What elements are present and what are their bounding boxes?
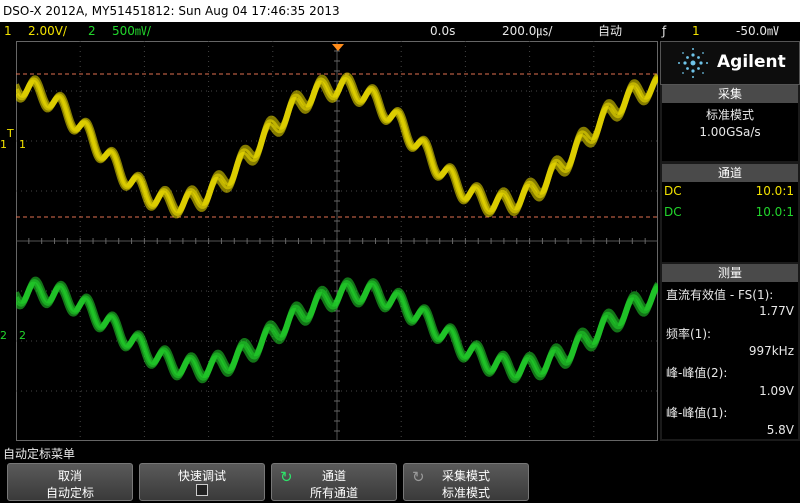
- softkey-label: 采集模式: [441, 469, 490, 483]
- softkey-label: 快速调试: [177, 469, 226, 483]
- ch2-trace-label: 2: [19, 329, 26, 342]
- status-bar: 1 2.00V/ 2 500㎷/ 0.0s 200.0㎲/ 自动 ƒ 1 -50…: [0, 22, 800, 41]
- trigger-edge-icon: ƒ: [662, 24, 667, 38]
- acquire-section: 标准模式 1.00GSa/s: [662, 103, 798, 161]
- measure-section: 直流有效值 - FS(1): 1.77V 频率(1): 997kHz 峰-峰值(…: [662, 282, 798, 439]
- time-delay[interactable]: 0.0s: [430, 22, 455, 41]
- measure-label-freq: 频率(1):: [666, 327, 712, 341]
- channels-header[interactable]: 通道: [662, 164, 798, 182]
- trigger-source[interactable]: 1: [692, 22, 700, 41]
- trigger-mode[interactable]: 自动: [598, 22, 622, 41]
- ch2-probe: 10.0:1: [755, 205, 794, 219]
- brand-name: Agilent: [717, 52, 786, 72]
- sample-rate: 1.00GSa/s: [699, 125, 761, 139]
- trigger-position-marker: [332, 44, 344, 51]
- fast-debug-button[interactable]: 快速调试: [139, 463, 265, 501]
- ch1-number[interactable]: 1: [4, 22, 12, 41]
- acquire-mode: 标准模式: [705, 108, 754, 122]
- title-bar: DSO-X 2012A, MY51451812: Sun Aug 04 17:4…: [0, 0, 800, 22]
- trigger-level-marker: T: [7, 127, 14, 140]
- softkey-label: 取消: [57, 469, 82, 483]
- info-panel: Agilent 采集 标准模式 1.00GSa/s 通道 DC 10.0:1 D…: [660, 41, 800, 441]
- ch1-trace-label: 1: [19, 138, 26, 151]
- measure-value-vrms: 1.77V: [759, 304, 794, 318]
- acquire-mode-button[interactable]: ↻ 采集模式 标准模式: [403, 463, 529, 501]
- ch2-coupling: DC: [664, 205, 682, 219]
- waveform-display[interactable]: [16, 41, 658, 441]
- channels-button[interactable]: ↻ 通道 所有通道: [271, 463, 397, 501]
- channels-section: DC 10.0:1 DC 10.0:1: [662, 182, 798, 262]
- softkey-sublabel: 自动定标: [45, 486, 94, 500]
- measure-label-vpp1: 峰-峰值(1):: [666, 406, 728, 420]
- agilent-spark-icon: [678, 48, 708, 78]
- measure-value-vpp2: 1.09V: [759, 384, 794, 398]
- graticule-grid: [16, 41, 658, 441]
- softkey-sublabel: 标准模式: [441, 486, 490, 500]
- trigger-level[interactable]: -50.0㎷: [736, 22, 779, 41]
- agilent-logo: Agilent: [660, 41, 800, 85]
- time-scale[interactable]: 200.0㎲/: [502, 22, 552, 41]
- ch1-scale[interactable]: 2.00V/: [28, 22, 67, 41]
- softkey-sublabel: 所有通道: [309, 486, 358, 500]
- softkey-label: 通道: [321, 469, 346, 483]
- acquire-header[interactable]: 采集: [662, 85, 798, 103]
- ch2-ground-marker[interactable]: 2: [0, 330, 7, 342]
- ch2-scale[interactable]: 500㎷/: [112, 22, 151, 41]
- ch1-ground-marker[interactable]: 1: [0, 139, 7, 151]
- ch1-probe: 10.0:1: [755, 184, 794, 198]
- waveform-graticule: [16, 41, 658, 441]
- measure-value-freq: 997kHz: [748, 344, 794, 358]
- measure-label-vpp2: 峰-峰值(2):: [666, 366, 728, 380]
- measure-header[interactable]: 测量: [662, 264, 798, 282]
- measure-label-vrms: 直流有效值 - FS(1):: [666, 288, 774, 302]
- ch1-coupling: DC: [664, 184, 682, 198]
- fast-debug-checkbox[interactable]: [196, 484, 208, 496]
- measure-value-vpp1: 5.8V: [766, 423, 794, 437]
- ch2-number[interactable]: 2: [88, 22, 96, 41]
- cancel-autoscale-button[interactable]: 取消 自动定标: [7, 463, 133, 501]
- softkey-menu-title: 自动定标菜单: [3, 447, 76, 461]
